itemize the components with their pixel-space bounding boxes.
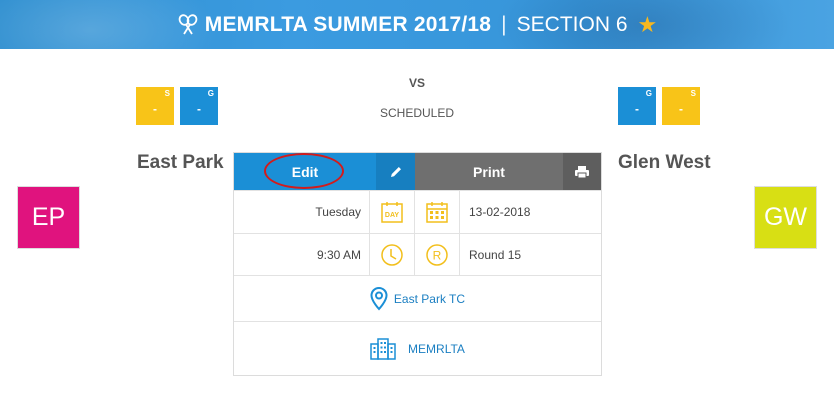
clock-icon: [369, 234, 414, 275]
star-icon[interactable]: ★: [638, 12, 658, 38]
home-team-logo[interactable]: EP: [18, 187, 79, 248]
vs-label: VS: [408, 76, 425, 90]
away-team-logo[interactable]: GW: [755, 187, 816, 248]
away-team-name[interactable]: Glen West: [618, 152, 711, 174]
match-date: 13-02-2018: [459, 191, 601, 233]
section-label: SECTION 6: [516, 12, 628, 36]
svg-text:DAY: DAY: [385, 212, 399, 219]
day-calendar-icon: DAY: [369, 191, 414, 233]
location-pin-icon: [370, 286, 388, 311]
svg-text:R: R: [433, 248, 442, 262]
match-round: Round 15: [459, 234, 601, 275]
highlight-circle: [264, 153, 344, 189]
venue-link[interactable]: East Park TC: [394, 292, 465, 306]
title-separator: |: [501, 12, 507, 36]
edit-button[interactable]: Edit: [234, 153, 376, 190]
print-button[interactable]: Print: [415, 153, 563, 190]
time-row: 9:30 AM R Round 15: [234, 233, 601, 275]
match-day: Tuesday: [315, 205, 361, 219]
organisation-link[interactable]: MEMRLTA: [408, 342, 465, 356]
home-team-name[interactable]: East Park: [137, 152, 224, 174]
round-icon: R: [414, 234, 459, 275]
organisation-row[interactable]: MEMRLTA: [234, 321, 601, 375]
competition-title: MEMRLTA SUMMER 2017/18: [204, 12, 492, 36]
match-time: 9:30 AM: [316, 247, 361, 262]
printer-icon[interactable]: [563, 153, 601, 190]
venue-row[interactable]: East Park TC: [234, 275, 601, 321]
header-banner: MEMRLTA SUMMER 2017/18 | SECTION 6 ★: [0, 0, 834, 49]
date-row: Tuesday DAY 13-02-2018: [234, 190, 601, 233]
match-card: Edit Print Tuesday DAY 13-02-2018 9:30 A…: [233, 152, 602, 376]
building-icon: [370, 337, 396, 360]
pencil-icon[interactable]: [376, 153, 415, 190]
match-status: SCHEDULED: [379, 106, 454, 120]
date-calendar-icon: [414, 191, 459, 233]
tennis-rackets-icon: [177, 13, 199, 36]
print-label: Print: [473, 163, 505, 180]
